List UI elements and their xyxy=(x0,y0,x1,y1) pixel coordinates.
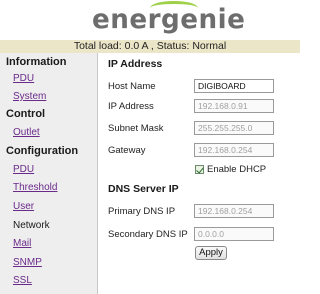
sidebar-item-threshold[interactable]: Threshold xyxy=(13,182,57,193)
host-name-input[interactable] xyxy=(194,79,274,93)
sidebar-item-outlet[interactable]: Outlet xyxy=(13,127,40,138)
network-settings-panel: IP Address Host Name IP Address Subnet M… xyxy=(99,53,300,294)
sidebar-item-user[interactable]: User xyxy=(13,201,34,212)
secondary-dns-label: Secondary DNS IP xyxy=(108,229,188,240)
sidebar-item-network[interactable]: Network xyxy=(13,220,50,231)
sidebar-heading-control: Control xyxy=(6,108,46,120)
ip-address-label: IP Address xyxy=(108,101,154,112)
apply-button[interactable]: Apply xyxy=(195,246,227,260)
sidebar-item-snmp[interactable]: SNMP xyxy=(13,257,42,268)
sidebar-heading-information: Information xyxy=(6,56,67,68)
header-logo-bar: energenie xyxy=(0,0,300,40)
dhcp-row: Enable DHCP xyxy=(195,163,266,175)
gateway-input[interactable] xyxy=(194,143,274,157)
host-name-label: Host Name xyxy=(108,81,156,92)
status-bar: Total load: 0.0 A , Status: Normal xyxy=(0,40,300,53)
ip-address-section-title: IP Address xyxy=(108,58,163,70)
primary-dns-input[interactable] xyxy=(194,204,274,218)
sidebar-heading-configuration: Configuration xyxy=(6,145,79,157)
sidebar-item-info-pdu[interactable]: PDU xyxy=(13,73,34,84)
subnet-mask-label: Subnet Mask xyxy=(108,123,164,134)
sidebar: Information PDU System Control Outlet Co… xyxy=(0,53,98,294)
sidebar-item-mail[interactable]: Mail xyxy=(13,238,31,249)
sidebar-item-system[interactable]: System xyxy=(13,91,46,102)
dns-section-title: DNS Server IP xyxy=(108,183,179,195)
gateway-label: Gateway xyxy=(108,145,146,156)
subnet-mask-input[interactable] xyxy=(194,121,274,135)
brand-logo: energenie xyxy=(92,4,246,35)
secondary-dns-input[interactable] xyxy=(194,227,274,241)
sidebar-item-config-pdu[interactable]: PDU xyxy=(13,164,34,175)
enable-dhcp-label: Enable DHCP xyxy=(207,163,267,175)
enable-dhcp-checkbox[interactable] xyxy=(195,164,204,174)
primary-dns-label: Primary DNS IP xyxy=(108,206,176,217)
ip-address-input[interactable] xyxy=(194,99,274,113)
sidebar-item-ssl[interactable]: SSL xyxy=(13,275,32,286)
